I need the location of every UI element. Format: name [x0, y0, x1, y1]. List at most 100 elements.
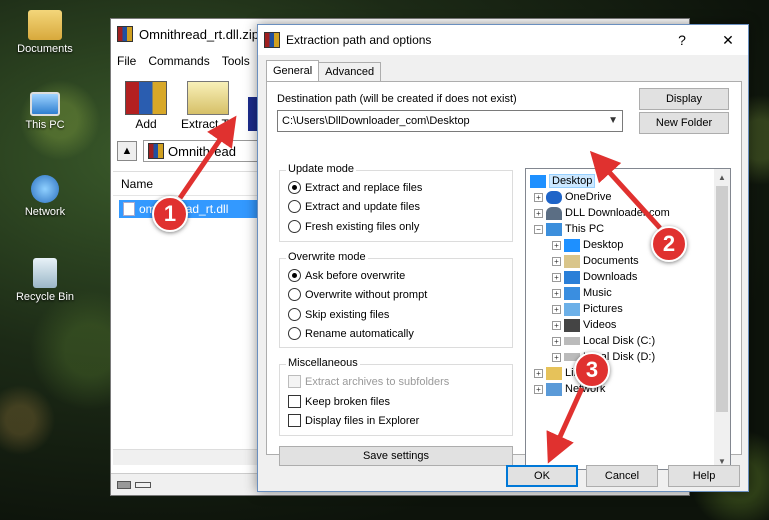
tree-label: DLL Downloader.com [565, 207, 670, 219]
tree-node-local-disk-c[interactable]: + Local Disk (C:) [552, 333, 655, 349]
desktop-icon-recycle-bin[interactable]: Recycle Bin [0, 258, 90, 303]
desktop-icon-label: Documents [17, 43, 73, 55]
column-header-label: Name [121, 176, 154, 191]
radio-fresh-existing[interactable]: Fresh existing files only [288, 220, 419, 233]
checkbox-icon [288, 414, 301, 427]
desktop-icon-network[interactable]: Network [0, 175, 90, 218]
expand-icon[interactable]: + [552, 352, 561, 362]
tree-label: Music [583, 287, 612, 299]
option-label: Extract archives to subfolders [305, 375, 450, 388]
menu-file[interactable]: File [117, 54, 136, 68]
save-settings-button[interactable]: Save settings [279, 446, 513, 466]
add-button[interactable]: Add [125, 81, 167, 131]
file-row[interactable]: omnithread_rt.dll [119, 200, 257, 218]
tree-node-documents[interactable]: + Documents [552, 253, 639, 269]
help-title-button[interactable]: ? [662, 26, 702, 54]
radio-extract-replace[interactable]: Extract and replace files [288, 181, 422, 194]
desktop-icon-label: Recycle Bin [15, 291, 75, 303]
tree-node-onedrive[interactable]: + OneDrive [534, 189, 611, 205]
callout-1: 1 [152, 196, 188, 232]
scrollbar-thumb[interactable] [716, 186, 728, 412]
archive-path-box[interactable]: Omnithread [143, 140, 263, 162]
scroll-up-icon[interactable]: ▲ [714, 169, 730, 185]
folder-tree[interactable]: Desktop + OneDrive + DLL Downloader.com − T… [525, 168, 731, 470]
expand-icon[interactable]: + [552, 288, 561, 298]
tree-node-this-pc[interactable]: − This PC [534, 221, 604, 237]
add-button-label: Add [135, 117, 157, 131]
tree-node-videos[interactable]: + Videos [552, 317, 616, 333]
extract-to-button[interactable]: Extract To [181, 81, 234, 131]
desktop-icon [530, 174, 546, 188]
tab-general[interactable]: General [266, 60, 320, 82]
expand-icon[interactable]: + [534, 384, 543, 394]
tree-node-desktop[interactable]: + Desktop [552, 237, 623, 253]
option-label: Ask before overwrite [305, 269, 406, 282]
expand-icon[interactable]: + [552, 320, 561, 330]
radio-icon [288, 269, 301, 282]
option-label: Rename automatically [305, 327, 414, 340]
documents-folder-icon [28, 10, 62, 40]
menu-commands[interactable]: Commands [148, 54, 209, 68]
radio-extract-update[interactable]: Extract and update files [288, 200, 420, 213]
key-icon [135, 481, 151, 488]
music-note-icon [564, 286, 580, 300]
download-arrow-icon [564, 270, 580, 284]
radio-icon [288, 288, 301, 301]
tree-node-music[interactable]: + Music [552, 285, 612, 301]
cancel-button[interactable]: Cancel [586, 465, 658, 487]
collapse-icon[interactable]: − [534, 224, 543, 234]
callout-3: 3 [574, 352, 610, 388]
radio-icon [288, 220, 301, 233]
tree-node-pictures[interactable]: + Pictures [552, 301, 623, 317]
libraries-icon [546, 366, 562, 380]
checkbox-display-in-explorer[interactable]: Display files in Explorer [288, 414, 419, 427]
computer-icon [546, 222, 562, 236]
dialog-titlebar: Extraction path and options ? ✕ [258, 25, 748, 55]
radio-rename-automatically[interactable]: Rename automatically [288, 327, 414, 340]
tree-node-user[interactable]: + DLL Downloader.com [534, 205, 670, 221]
tab-advanced[interactable]: Advanced [318, 62, 382, 81]
option-label: Keep broken files [305, 395, 390, 408]
miscellaneous-title: Miscellaneous [286, 357, 360, 369]
help-button[interactable]: Help [668, 465, 740, 487]
checkbox-keep-broken-files[interactable]: Keep broken files [288, 395, 390, 408]
tree-scrollbar[interactable]: ▲ ▼ [714, 169, 730, 469]
menu-tools[interactable]: Tools [222, 54, 250, 68]
tree-node-desktop-root[interactable]: Desktop [530, 173, 596, 189]
destination-path-combo[interactable]: C:\Users\DllDownloader_com\Desktop ▼ [277, 110, 623, 132]
up-folder-button[interactable]: ▲ [117, 141, 137, 161]
expand-icon[interactable]: + [552, 256, 561, 266]
option-label: Skip existing files [305, 308, 390, 321]
tree-label: Local Disk (C:) [583, 335, 656, 347]
display-button[interactable]: Display [639, 88, 729, 110]
drive-icon [117, 480, 131, 489]
expand-icon[interactable]: + [534, 208, 543, 218]
tree-label: Pictures [583, 303, 623, 315]
option-label: Overwrite without prompt [305, 288, 428, 301]
expand-icon[interactable]: + [534, 368, 543, 378]
dialog-tabs: General Advanced [266, 59, 382, 82]
close-button[interactable]: ✕ [708, 26, 748, 54]
dialog-title: Extraction path and options [286, 33, 432, 47]
radio-overwrite-without-prompt[interactable]: Overwrite without prompt [288, 288, 427, 301]
radio-skip-existing[interactable]: Skip existing files [288, 308, 389, 321]
ok-button[interactable]: OK [506, 465, 578, 487]
expand-icon[interactable]: + [552, 240, 561, 250]
desktop-icon-documents[interactable]: Documents [0, 10, 90, 55]
hard-drive-icon [564, 337, 580, 345]
file-list-scrollbar[interactable] [113, 449, 258, 465]
up-arrow-icon: ▲ [121, 145, 133, 157]
desktop-icon-this-pc[interactable]: This PC [0, 92, 90, 131]
expand-icon[interactable]: + [552, 272, 561, 282]
expand-icon[interactable]: + [534, 192, 543, 202]
user-icon [546, 206, 562, 220]
tree-node-downloads[interactable]: + Downloads [552, 269, 637, 285]
expand-icon[interactable]: + [552, 336, 561, 346]
new-folder-button[interactable]: New Folder [639, 112, 729, 134]
archive-icon [148, 143, 164, 159]
column-header-name[interactable]: Name [113, 172, 258, 196]
radio-ask-before-overwrite[interactable]: Ask before overwrite [288, 269, 405, 282]
chevron-down-icon[interactable]: ▼ [608, 115, 618, 126]
expand-icon[interactable]: + [552, 304, 561, 314]
option-label: Extract and update files [305, 200, 420, 213]
